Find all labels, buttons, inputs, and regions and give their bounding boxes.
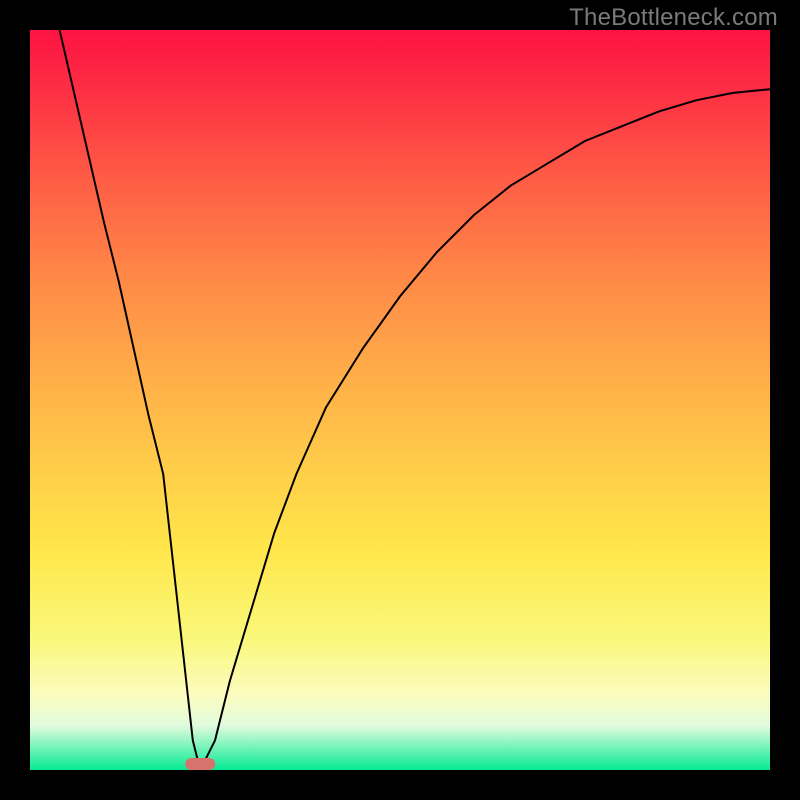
- watermark-text: TheBottleneck.com: [569, 4, 778, 32]
- bottleneck-curve: [60, 30, 770, 770]
- plot-area: [30, 30, 770, 770]
- chart-frame: TheBottleneck.com: [0, 0, 800, 800]
- plot-svg: [30, 30, 770, 770]
- minimum-marker: [185, 758, 215, 770]
